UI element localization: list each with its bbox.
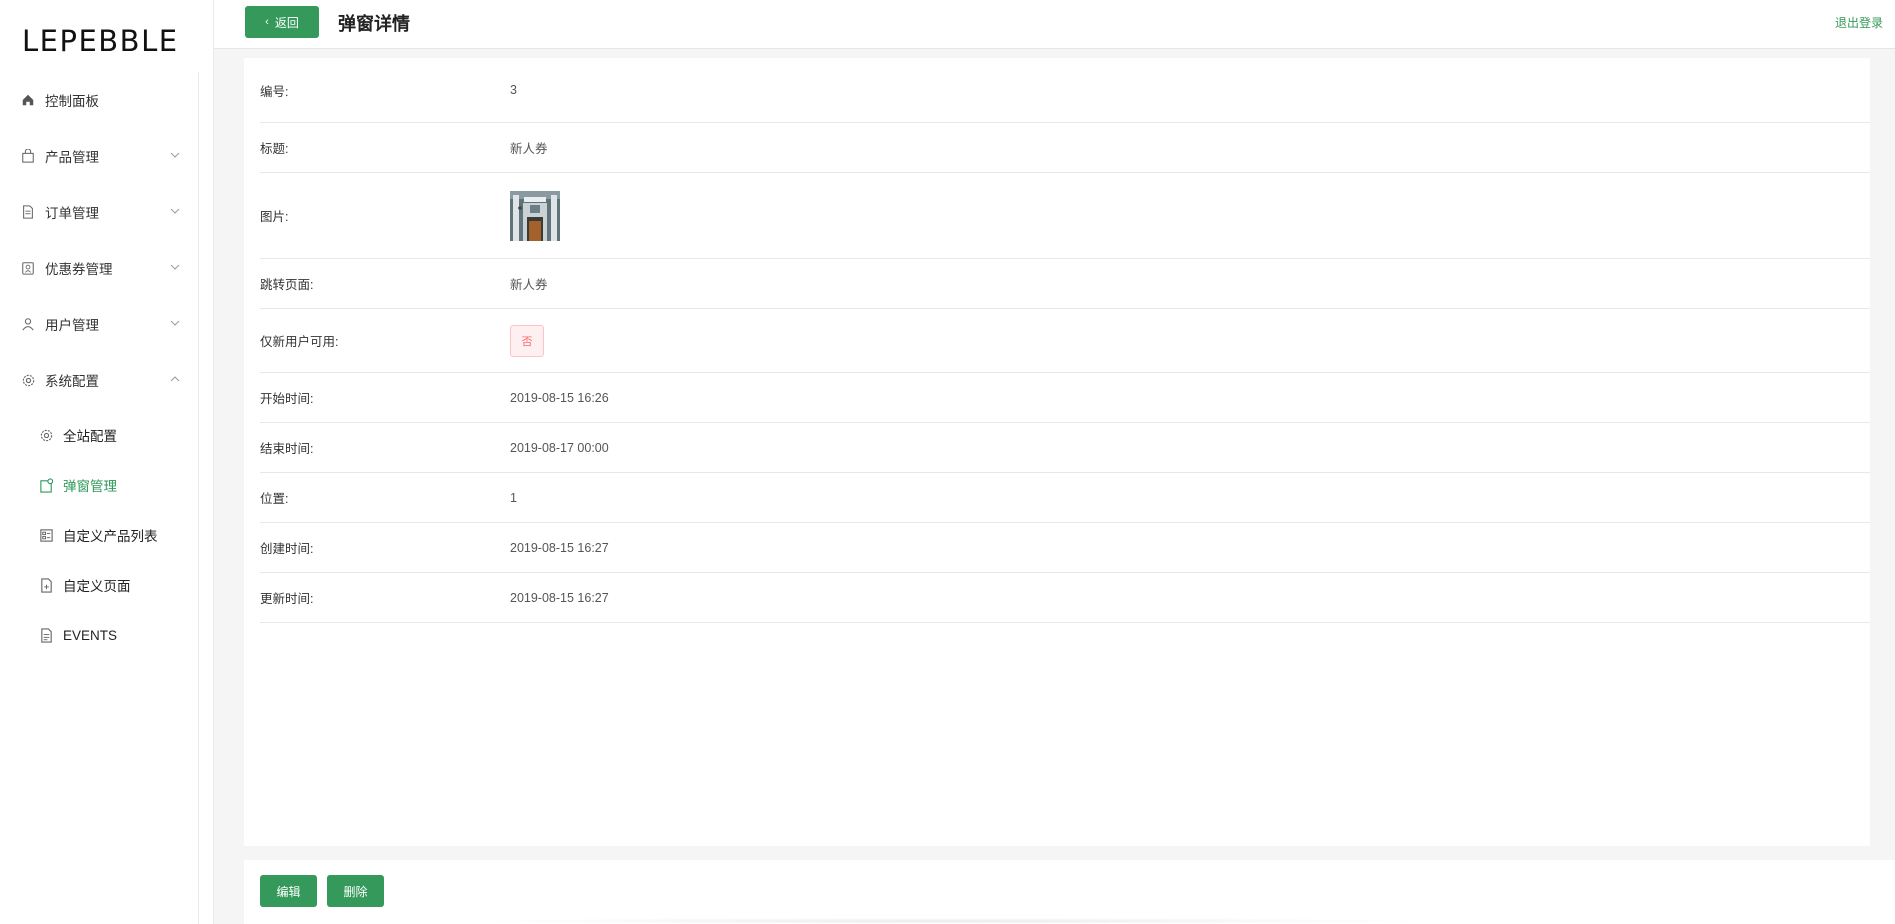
submenu-item-site-config[interactable]: 全站配置 [0,410,198,460]
gear-icon [38,427,54,443]
sidebar-item-products[interactable]: 产品管理 [0,128,198,184]
detail-row-start-time: 开始时间: 2019-08-15 16:26 [260,373,1870,423]
sidebar-item-label: 产品管理 [45,150,99,165]
page-title: 弹窗详情 [338,14,410,34]
sidebar-item-system-config[interactable]: 系统配置 [0,352,198,408]
detail-value: 2019-08-15 16:27 [510,540,609,555]
logout-link[interactable]: 退出登录 [1835,14,1883,31]
delete-button[interactable]: 删除 [327,875,384,907]
sidebar-item-label: 优惠券管理 [45,262,113,277]
detail-row-position: 位置: 1 [260,473,1870,523]
footer-shadow [460,918,1440,924]
user-icon [20,316,36,332]
document-icon [20,204,36,220]
popup-icon [38,477,54,493]
detail-row-id: 编号: 3 [260,58,1870,123]
list-icon [38,527,54,543]
detail-label: 更新时间: [260,592,314,606]
detail-row-image: 图片: [260,173,1870,259]
action-bar: 编辑 删除 [244,860,1895,924]
gear-icon [20,372,36,388]
chevron-down-icon [170,320,180,326]
detail-label: 图片: [260,210,289,224]
page-icon [38,577,54,593]
detail-label: 创建时间: [260,542,314,556]
detail-row-created-time: 创建时间: 2019-08-15 16:27 [260,523,1870,573]
detail-card: 编号: 3 标题: 新人券 图片: 跳转页面: 新人券 仅新用户可用: 否 开始… [244,58,1870,846]
detail-value: 新人券 [510,278,548,292]
submenu-item-label: EVENTS [63,627,118,643]
detail-value: 2019-08-17 00:00 [510,440,609,455]
detail-row-target-page: 跳转页面: 新人券 [260,259,1870,309]
chevron-up-icon [170,376,180,382]
edit-button[interactable]: 编辑 [260,875,317,907]
sidebar-item-label: 系统配置 [45,374,99,389]
submenu-item-custom-page[interactable]: 自定义页面 [0,560,198,610]
submenu-item-label: 全站配置 [63,429,117,444]
detail-row-end-time: 结束时间: 2019-08-17 00:00 [260,423,1870,473]
chevron-left-icon: ‹ [265,16,269,28]
sidebar-menu: 控制面板 产品管理 订单管理 优惠券管理 用户管理 系统配置 全站配置 弹窗管理… [0,72,198,660]
sidebar-item-label: 订单管理 [45,206,99,221]
detail-value: 2019-08-15 16:26 [510,390,609,405]
submenu-item-label: 自定义页面 [63,579,131,594]
detail-row-updated-time: 更新时间: 2019-08-15 16:27 [260,573,1870,623]
chevron-down-icon [170,264,180,270]
submenu-item-label: 弹窗管理 [63,479,117,494]
back-button-label: 返回 [274,15,299,30]
document-icon [38,627,54,643]
top-header: ‹ 返回 弹窗详情 退出登录 [214,0,1895,49]
sidebar-item-users[interactable]: 用户管理 [0,296,198,352]
sidebar-item-label: 用户管理 [45,318,99,333]
detail-value: 2019-08-15 16:27 [510,590,609,605]
home-icon [20,92,36,108]
submenu-item-custom-product-list[interactable]: 自定义产品列表 [0,510,198,560]
sidebar-item-coupons[interactable]: 优惠券管理 [0,240,198,296]
detail-label: 位置: [260,492,289,506]
detail-label: 标题: [260,142,289,156]
detail-label: 结束时间: [260,442,314,456]
detail-label: 编号: [260,84,289,99]
detail-label: 开始时间: [260,392,314,406]
detail-label: 跳转页面: [260,278,314,292]
back-button[interactable]: ‹ 返回 [245,6,319,38]
submenu-item-events[interactable]: EVENTS [0,610,198,660]
detail-value: 1 [510,490,517,505]
bag-icon [20,148,36,164]
chevron-down-icon [170,152,180,158]
submenu-item-label: 自定义产品列表 [63,529,158,544]
sidebar: LEPEBBLE 控制面板 产品管理 订单管理 优惠券管理 用户管理 系统配置 … [0,0,214,924]
detail-label: 仅新用户可用: [260,335,339,349]
popup-image-thumbnail[interactable] [510,190,560,241]
system-config-submenu: 全站配置 弹窗管理 自定义产品列表 自定义页面 EVENTS [0,408,198,660]
detail-row-new-user-only: 仅新用户可用: 否 [260,309,1870,373]
chevron-down-icon [170,208,180,214]
sidebar-divider [198,72,199,924]
sidebar-item-orders[interactable]: 订单管理 [0,184,198,240]
detail-value: 新人券 [510,142,548,156]
detail-value: 3 [510,83,517,97]
status-badge-no: 否 [510,324,544,357]
detail-row-title: 标题: 新人券 [260,123,1870,173]
coupon-icon [20,260,36,276]
brand-logo[interactable]: LEPEBBLE [22,24,179,60]
submenu-item-popup-management[interactable]: 弹窗管理 [0,460,198,510]
sidebar-item-label: 控制面板 [45,94,99,109]
sidebar-item-dashboard[interactable]: 控制面板 [0,72,198,128]
